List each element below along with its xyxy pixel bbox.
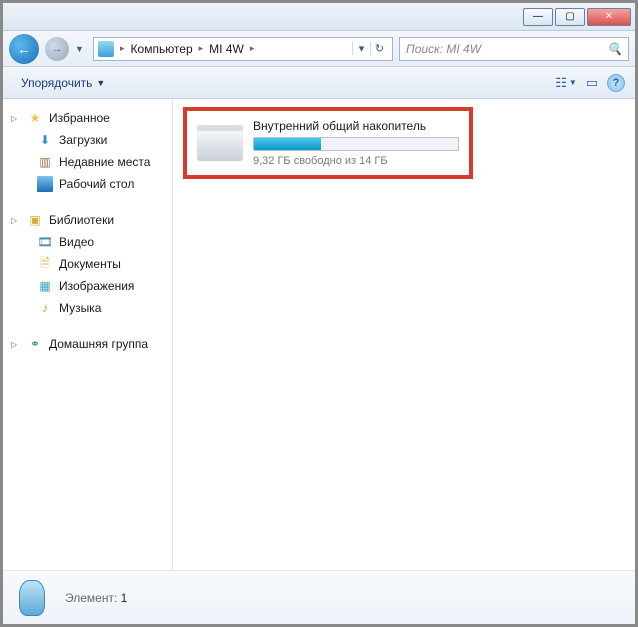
device-icon [98,41,114,57]
caret-icon: ▷ [11,216,21,225]
history-dropdown[interactable]: ▼ [75,44,87,54]
sidebar-item-recent[interactable]: ▥ Недавние места [7,151,168,173]
video-icon: 🎞 [37,234,53,250]
library-icon: ▣ [27,212,43,228]
caret-icon: ▷ [11,114,21,123]
breadcrumb-arrow[interactable]: ▸ [197,43,206,54]
breadcrumb-arrow[interactable]: ▸ [248,43,257,54]
maximize-button[interactable]: ▢ [555,8,585,26]
refresh-button[interactable]: ↻ [370,42,388,55]
content-area: Внутренний общий накопитель 9,32 ГБ своб… [173,99,635,570]
close-button[interactable]: ✕ [587,8,631,26]
address-dropdown[interactable]: ▾ [352,42,370,55]
search-placeholder: Поиск: MI 4W [406,42,607,56]
music-icon: ♪ [37,300,53,316]
preview-pane-button[interactable]: ▭ [581,72,603,94]
sidebar-item-label: Музыка [59,301,101,315]
address-bar[interactable]: ▸ Компьютер ▸ MI 4W ▸ ▾ ↻ [93,37,393,61]
device-status-icon [13,576,51,620]
drive-icon [197,125,243,161]
breadcrumb-arrow[interactable]: ▸ [118,43,127,54]
sidebar-item-label: Недавние места [59,155,150,169]
sidebar-item-label: Изображения [59,279,134,293]
drive-capacity-bar [253,137,459,151]
sidebar-item-label: Рабочий стол [59,177,134,191]
sidebar-favorites[interactable]: ▷ ★ Избранное [7,107,168,129]
sidebar-item-videos[interactable]: 🎞 Видео [7,231,168,253]
sidebar-item-pictures[interactable]: ▦ Изображения [7,275,168,297]
organize-label: Упорядочить [21,76,92,90]
caret-icon: ▷ [11,340,21,349]
download-icon: ⬇ [37,132,53,148]
desktop-icon [37,176,53,192]
recent-icon: ▥ [37,154,53,170]
drive-title: Внутренний общий накопитель [253,119,459,133]
navigation-pane: ▷ ★ Избранное ⬇Загрузки ▥Недавние места … [3,99,173,570]
sidebar-libraries-label: Библиотеки [49,213,114,227]
view-options-button[interactable]: ☷▼ [555,72,577,94]
picture-icon: ▦ [37,278,53,294]
sidebar-item-desktop[interactable]: Рабочий стол [7,173,168,195]
sidebar-homegroup[interactable]: ▷ ⚭ Домашняя группа [7,333,168,355]
breadcrumb-device[interactable]: MI 4W [205,42,248,56]
status-text: Элемент: 1 [65,591,127,605]
breadcrumb-computer[interactable]: Компьютер [127,42,197,56]
minimize-button[interactable]: — [523,8,553,26]
sidebar-favorites-label: Избранное [49,111,110,125]
document-icon: 🗎 [37,256,53,272]
drive-item[interactable]: Внутренний общий накопитель 9,32 ГБ своб… [183,107,473,179]
search-icon[interactable]: 🔍 [607,42,622,56]
search-input[interactable]: Поиск: MI 4W 🔍 [399,37,629,61]
forward-button[interactable]: → [45,37,69,61]
sidebar-item-documents[interactable]: 🗎 Документы [7,253,168,275]
back-button[interactable]: ← [9,34,39,64]
sidebar-item-downloads[interactable]: ⬇ Загрузки [7,129,168,151]
drive-capacity-fill [254,138,321,150]
drive-subtitle: 9,32 ГБ свободно из 14 ГБ [253,155,459,167]
star-icon: ★ [27,110,43,126]
sidebar-item-label: Видео [59,235,94,249]
sidebar-item-music[interactable]: ♪ Музыка [7,297,168,319]
sidebar-item-label: Документы [59,257,121,271]
chevron-down-icon: ▼ [96,78,105,88]
organize-button[interactable]: Упорядочить ▼ [13,72,113,94]
sidebar-libraries[interactable]: ▷ ▣ Библиотеки [7,209,168,231]
help-button[interactable]: ? [607,74,625,92]
sidebar-item-label: Загрузки [59,133,107,147]
sidebar-homegroup-label: Домашняя группа [49,337,148,351]
homegroup-icon: ⚭ [27,336,43,352]
